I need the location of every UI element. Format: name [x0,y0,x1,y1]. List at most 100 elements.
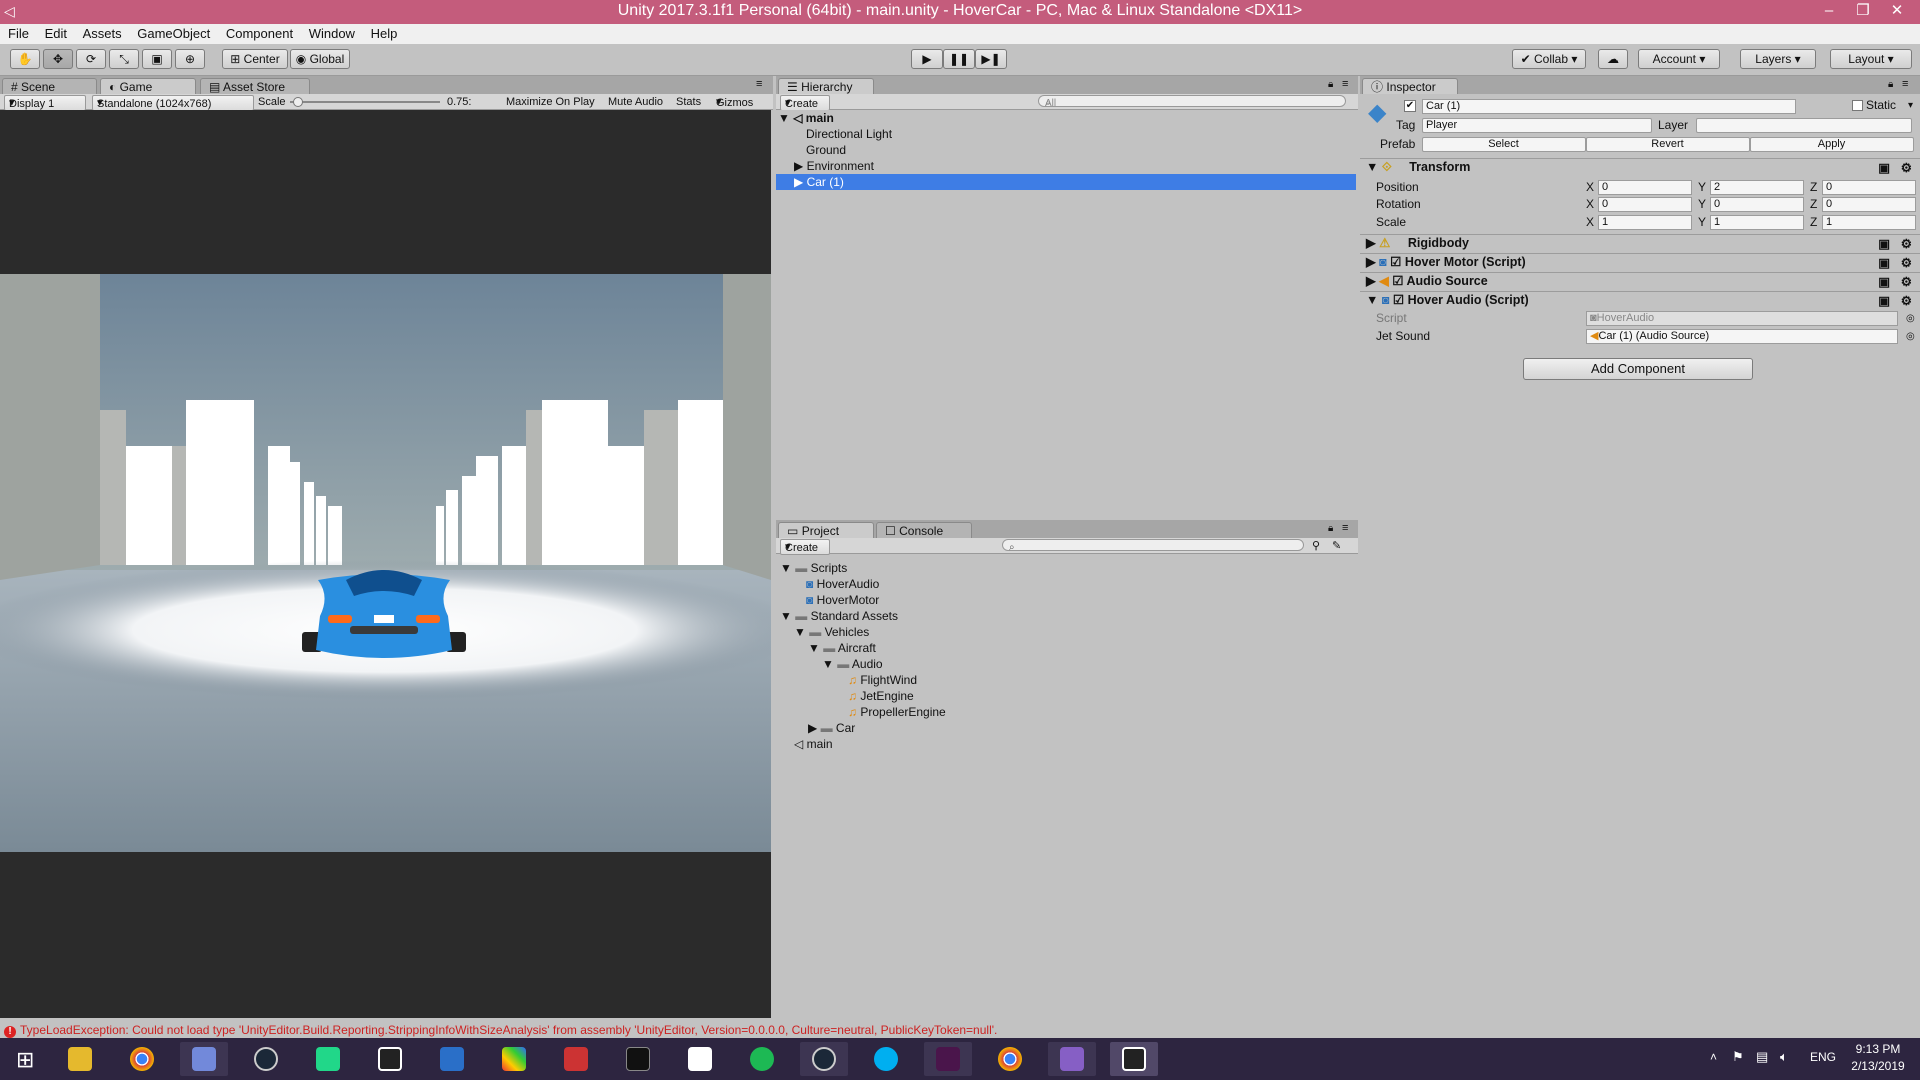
play-button[interactable]: ▶ [911,49,943,69]
hover-motor-component-header[interactable]: ▶ ◙ ☑ Hover Motor (Script) ▣ ⚙ [1360,253,1920,271]
hierarchy-item-environment[interactable]: ▶ Environment [794,158,874,174]
jet-sound-field[interactable]: ◀Car (1) (Audio Source) [1586,329,1898,344]
taskbar-steam[interactable] [242,1042,290,1076]
help-icon[interactable]: ▣ [1878,236,1890,253]
display-dropdown[interactable]: Display 1 ▾ [4,95,86,111]
hierarchy-item-directional-light[interactable]: Directional Light [806,126,892,142]
settings-gear-icon[interactable]: ⚙ [1901,236,1912,253]
project-search[interactable]: ⌕ [1002,539,1304,553]
lock-icon[interactable]: 🔒︎ [1328,79,1333,90]
scale-x-field[interactable]: 1 [1598,215,1692,230]
gizmos-dropdown[interactable]: Gizmos ▾ [716,95,753,109]
project-folder-scripts[interactable]: ▼ ▬ Scripts [780,560,847,576]
pivot-center-button[interactable]: ⊞ Center [222,49,288,69]
menu-window[interactable]: Window [303,24,361,44]
project-file-propellerengine[interactable]: ♫ PropellerEngine [848,704,946,720]
rect-tool-button[interactable]: ▣ [142,49,172,69]
enabled-checkbox[interactable]: ☑ [1393,293,1404,307]
prefab-apply-button[interactable]: Apply [1750,137,1914,152]
scale-slider-thumb[interactable] [293,97,303,107]
prefab-revert-button[interactable]: Revert [1586,137,1750,152]
taskbar-chrome[interactable] [118,1042,166,1076]
hierarchy-item-car[interactable]: ▶ Car (1) [776,174,1356,190]
mute-audio-toggle[interactable]: Mute Audio [608,95,663,109]
taskbar-discord[interactable] [180,1042,228,1076]
taskbar-unity[interactable] [366,1042,414,1076]
project-folder-standard-assets[interactable]: ▼ ▬ Standard Assets [780,608,898,624]
volume-icon[interactable]: 🔈︎ [1780,1049,1788,1065]
project-folder-aircraft[interactable]: ▼ ▬ Aircraft [808,640,876,656]
taskbar-clion[interactable] [304,1042,352,1076]
cloud-button[interactable]: ☁ [1598,49,1628,69]
add-component-button[interactable]: Add Component [1523,358,1753,380]
hand-tool-button[interactable]: ✋ [10,49,40,69]
language-indicator[interactable]: ENG [1810,1050,1836,1064]
taskbar-unity-hub[interactable] [676,1042,724,1076]
close-button[interactable]: ✕ [1880,0,1914,24]
settings-gear-icon[interactable]: ⚙ [1901,293,1912,310]
scale-tool-button[interactable]: ⤡ [109,49,139,69]
rotation-x-field[interactable]: 0 [1598,197,1692,212]
taskbar-spotify[interactable] [738,1042,786,1076]
taskbar-terminal[interactable] [614,1042,662,1076]
position-y-field[interactable]: 2 [1710,180,1804,195]
project-file-jetengine[interactable]: ♫ JetEngine [848,688,914,704]
taskbar-visual-studio[interactable] [1048,1042,1096,1076]
hierarchy-search[interactable]: ⌕ All [1038,95,1346,109]
menu-file[interactable]: File [0,24,35,44]
menu-assets[interactable]: Assets [77,24,128,44]
project-create-dropdown[interactable]: Create ▾ [780,539,830,555]
flag-icon[interactable]: ⚑ [1732,1049,1744,1065]
global-button[interactable]: ◉ Global [290,49,350,69]
active-checkbox[interactable]: ✔ [1404,100,1416,112]
panel-menu-icon[interactable]: ≡ [1902,78,1908,90]
layout-dropdown[interactable]: Layout ▾ [1830,49,1912,69]
rotate-tool-button[interactable]: ⟳ [76,49,106,69]
static-dropdown-icon[interactable]: ▾ [1908,98,1913,113]
account-dropdown[interactable]: Account ▾ [1638,49,1720,69]
hover-audio-component-header[interactable]: ▼ ◙ ☑ Hover Audio (Script) ▣ ⚙ [1360,291,1920,309]
tray-overflow-icon[interactable]: ˄ [1710,1050,1717,1064]
tag-dropdown[interactable]: Player [1422,118,1652,133]
position-z-field[interactable]: 0 [1822,180,1916,195]
maximize-on-play-toggle[interactable]: Maximize On Play [506,95,595,109]
menu-help[interactable]: Help [365,24,404,44]
panel-menu-icon[interactable]: ≡ [1342,78,1348,90]
enabled-checkbox[interactable]: ☑ [1392,274,1403,288]
collab-button[interactable]: ✔ Collab ▾ [1512,49,1586,69]
filter-label-icon[interactable]: ✎ [1332,539,1341,553]
enabled-checkbox[interactable]: ☑ [1390,255,1401,269]
help-icon[interactable]: ▣ [1878,293,1890,310]
help-icon[interactable]: ▣ [1878,274,1890,291]
project-folder-vehicles[interactable]: ▼ ▬ Vehicles [794,624,869,640]
pause-button[interactable]: ❚❚ [943,49,975,69]
taskbar-chrome-2[interactable] [986,1042,1034,1076]
object-name-field[interactable]: Car (1) [1422,99,1796,114]
scale-z-field[interactable]: 1 [1822,215,1916,230]
help-icon[interactable]: ▣ [1878,255,1890,272]
settings-gear-icon[interactable]: ⚙ [1901,255,1912,272]
stats-toggle[interactable]: Stats [676,95,701,109]
transform-tool-button[interactable]: ⊕ [175,49,205,69]
object-picker-icon[interactable]: ◎ [1906,329,1915,344]
scale-y-field[interactable]: 1 [1710,215,1804,230]
project-file-hoveraudio[interactable]: ◙ HoverAudio [806,576,879,592]
network-icon[interactable]: ▤ [1756,1049,1768,1065]
taskbar-rubik[interactable] [490,1042,538,1076]
hierarchy-create-dropdown[interactable]: Create ▾ [780,95,830,111]
transform-component-header[interactable]: ▼ ⟐ Transform ▣ ⚙ [1360,158,1920,176]
static-checkbox[interactable] [1852,100,1863,111]
layers-dropdown[interactable]: Layers ▾ [1740,49,1816,69]
resolution-dropdown[interactable]: Standalone (1024x768) ▾ [92,95,254,111]
project-file-flightwind[interactable]: ♫ FlightWind [848,672,917,688]
panel-menu-icon[interactable]: ≡ [756,78,762,90]
status-bar[interactable]: ! TypeLoadException: Could not load type … [0,1022,1920,1038]
step-button[interactable]: ▶❚ [975,49,1007,69]
filter-type-icon[interactable]: ⚲ [1312,539,1320,553]
scale-slider-track[interactable] [290,101,440,103]
maximize-button[interactable]: ❐ [1846,0,1880,24]
lock-icon[interactable]: 🔒︎ [1328,523,1333,534]
move-tool-button[interactable]: ✥ [43,49,73,69]
settings-gear-icon[interactable]: ⚙ [1901,274,1912,291]
project-file-hovermotor[interactable]: ◙ HoverMotor [806,592,879,608]
